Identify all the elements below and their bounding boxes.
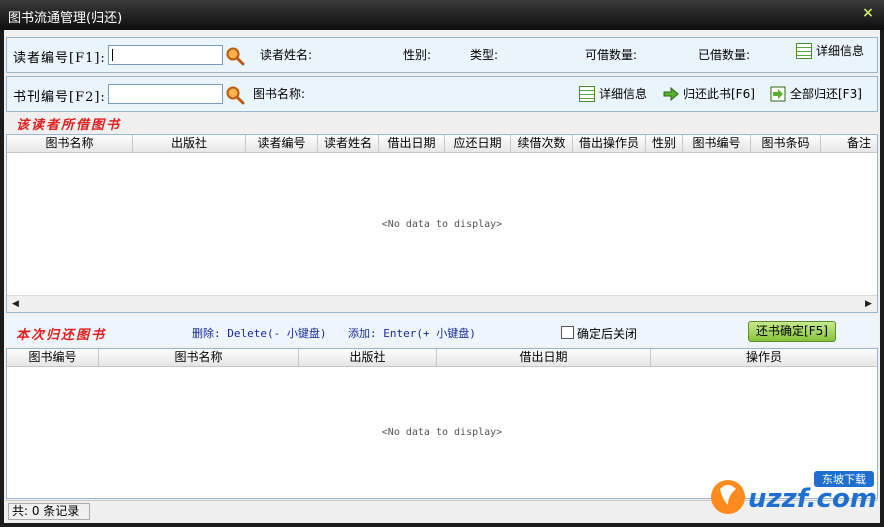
reader-name-label: 读者姓名: [260, 48, 313, 62]
return-all-icon [770, 86, 786, 101]
uzzf-logo: uzzf.com 东坡下载 [711, 471, 876, 514]
gender-label: 性别: [403, 48, 432, 62]
borrowed-grid-header: 图书名称 出版社 读者编号 读者姓名 借出日期 应还日期 续借次数 借出操作员 … [7, 135, 877, 153]
reader-panel: 读者编号[F1]: 读者姓名: 性别: 类型: 可借数量: 已借数量: 详细信息 [6, 37, 878, 73]
borrowed-books-title: 该读者所借图书 [16, 118, 122, 133]
column-header[interactable]: 续借次数 [511, 135, 573, 153]
column-header[interactable]: 出版社 [299, 349, 437, 367]
column-header[interactable]: 出版社 [133, 135, 246, 153]
add-hint: 添加: Enter(+ 小键盘) [348, 327, 476, 340]
list-icon [796, 42, 812, 59]
type-label: 类型: [470, 48, 499, 62]
column-header[interactable]: 图书条码 [751, 135, 821, 153]
close-after-checkbox[interactable] [561, 326, 574, 339]
column-header[interactable]: 读者编号 [246, 135, 318, 153]
column-header[interactable]: 借出日期 [437, 349, 651, 367]
column-header[interactable]: 应还日期 [445, 135, 511, 153]
scroll-right-icon[interactable]: ▶ [860, 296, 877, 312]
return-this-label: 归还此书[F6] [683, 87, 755, 101]
column-header[interactable]: 图书编号 [683, 135, 751, 153]
column-header[interactable]: 借出日期 [379, 135, 445, 153]
watermark-brand: uzzf.com [748, 484, 876, 514]
book-id-label: 书刊编号[F2]: [13, 90, 106, 105]
borrowable-count-label: 可借数量: [585, 48, 638, 62]
borrowed-books-grid[interactable]: 图书名称 出版社 读者编号 读者姓名 借出日期 应还日期 续借次数 借出操作员 … [6, 134, 878, 313]
search-icon[interactable] [225, 85, 245, 105]
text-caret [112, 49, 113, 61]
scroll-left-icon[interactable]: ◀ [7, 296, 24, 312]
list-icon [579, 85, 595, 102]
column-header[interactable]: 借出操作员 [573, 135, 646, 153]
column-header[interactable]: 备注 [821, 135, 877, 153]
book-name-label: 图书名称: [253, 87, 306, 101]
book-id-input[interactable] [108, 84, 223, 104]
arrow-right-icon [663, 86, 679, 101]
column-header[interactable]: 图书编号 [7, 349, 99, 367]
return-books-title: 本次归还图书 [16, 328, 107, 343]
close-button[interactable]: × [860, 5, 876, 21]
watermark-cn: 东坡下载 [822, 473, 866, 486]
delete-hint: 删除: Delete(- 小键盘) [192, 327, 327, 340]
column-header[interactable]: 图书名称 [7, 135, 133, 153]
confirm-return-button[interactable]: 还书确定[F5] [748, 321, 836, 342]
column-header[interactable]: 读者姓名 [318, 135, 379, 153]
column-header[interactable]: 操作员 [651, 349, 877, 367]
empty-message: <No data to display> [381, 427, 503, 438]
return-grid-header: 图书编号 图书名称 出版社 借出日期 操作员 [7, 349, 877, 367]
book-detail-label: 详细信息 [599, 87, 648, 101]
reader-detail-button[interactable]: 详细信息 [796, 42, 864, 59]
book-detail-button[interactable]: 详细信息 [579, 85, 647, 102]
reader-id-input[interactable] [108, 45, 223, 65]
client-area: 读者编号[F1]: 读者姓名: 性别: 类型: 可借数量: 已借数量: 详细信息… [4, 30, 880, 523]
book-panel: 书刊编号[F2]: 图书名称: 详细信息 归还此书[F6] 全部归还[F3] [6, 76, 878, 112]
empty-message: <No data to display> [381, 219, 503, 230]
column-header[interactable]: 图书名称 [99, 349, 299, 367]
borrowed-count-label: 已借数量: [698, 48, 751, 62]
return-all-button[interactable]: 全部归还[F3] [770, 85, 862, 102]
horizontal-scrollbar[interactable]: ◀ ▶ [7, 295, 877, 312]
reader-id-label: 读者编号[F1]: [13, 51, 106, 66]
window-title: 图书流通管理(归还) [8, 11, 123, 26]
title-bar: 图书流通管理(归还) × [0, 0, 884, 30]
record-count: 共: 0 条记录 [8, 503, 90, 520]
reader-detail-label: 详细信息 [816, 44, 865, 58]
column-header[interactable]: 性别 [646, 135, 683, 153]
close-after-label: 确定后关闭 [577, 327, 638, 341]
return-all-label: 全部归还[F3] [790, 87, 862, 101]
search-icon[interactable] [225, 46, 245, 66]
return-this-button[interactable]: 归还此书[F6] [663, 85, 755, 102]
